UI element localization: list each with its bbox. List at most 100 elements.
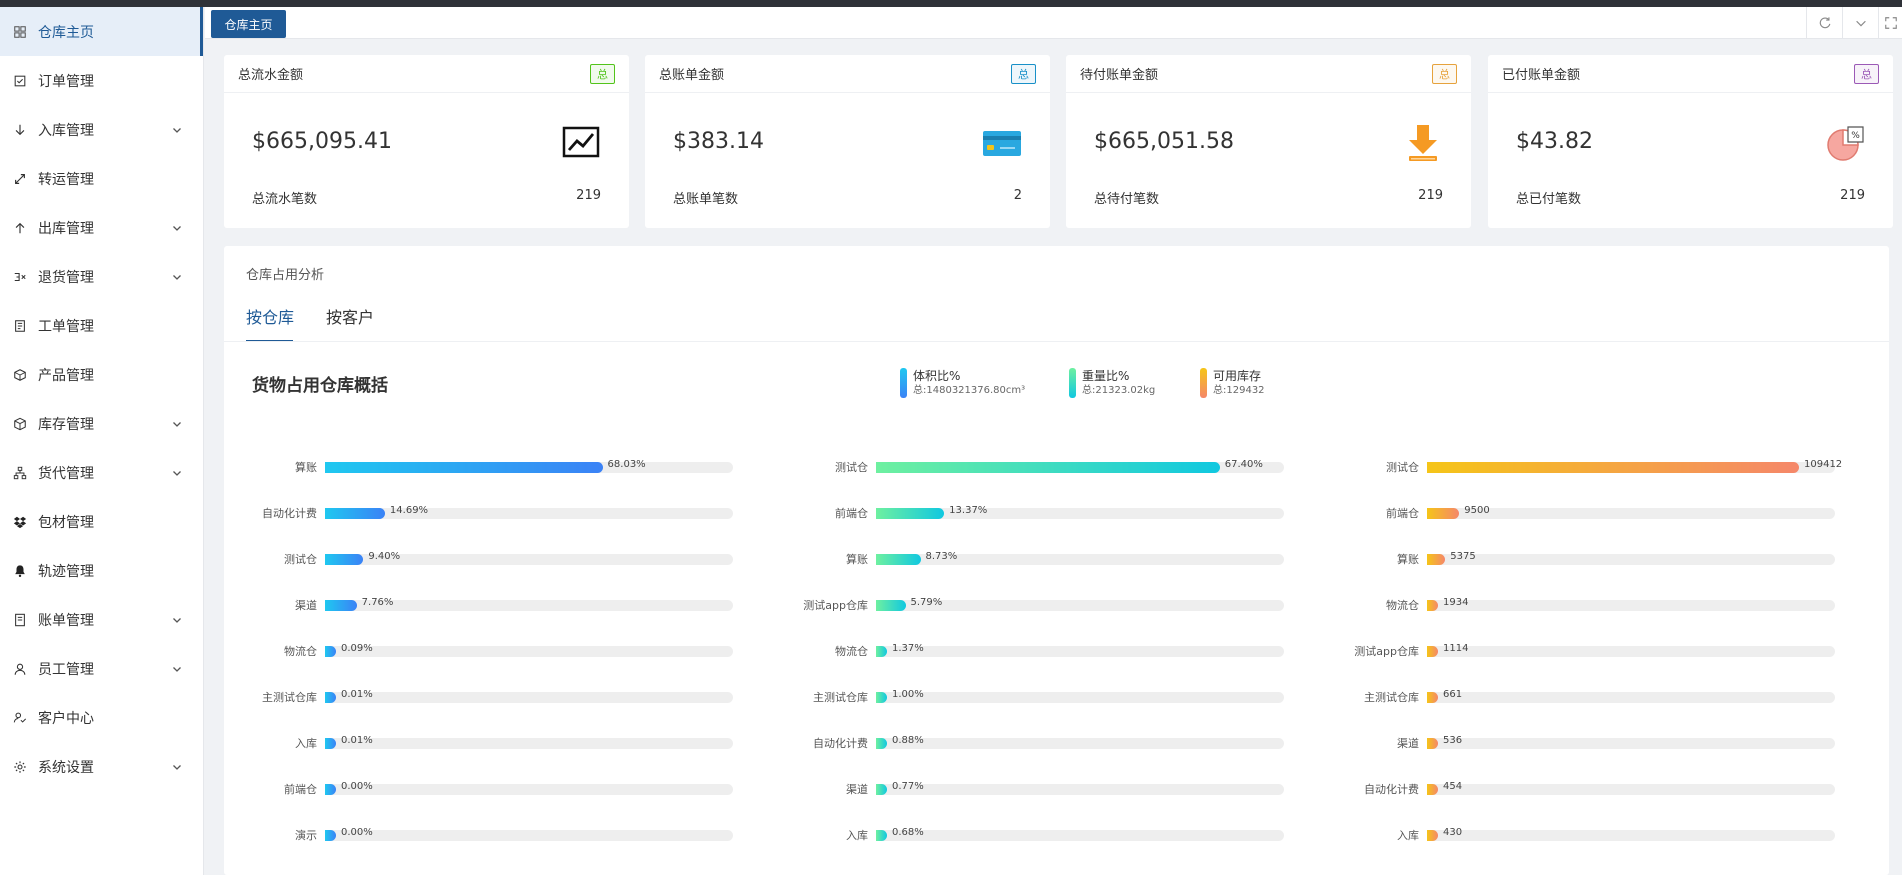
credit-card-icon — [982, 123, 1022, 163]
legend-total: 总:1480321376.80cm³ — [913, 385, 1026, 396]
dropbox-icon — [12, 514, 28, 530]
bar-fill[interactable] — [876, 692, 887, 703]
bar-fill[interactable] — [325, 508, 385, 519]
sidebar-item-2[interactable]: 入库管理 — [0, 105, 203, 154]
refresh-icon[interactable] — [1806, 7, 1842, 39]
legend-name: 可用库存 — [1213, 369, 1262, 383]
bar-fill[interactable] — [325, 738, 336, 749]
pie-percent-icon: % — [1825, 123, 1865, 163]
bar-fill[interactable] — [1427, 554, 1446, 565]
bar-fill[interactable] — [876, 830, 887, 841]
sidebar-item-10[interactable]: 包材管理 — [0, 497, 203, 546]
bar-value-label: 0.00% — [341, 827, 373, 838]
bar-fill[interactable] — [876, 600, 906, 611]
bar-row: 前端仓 13.37% — [835, 503, 1284, 523]
bar-row: 演示 0.00% — [295, 825, 733, 845]
tab-warehouse-home[interactable]: 仓库主页 — [211, 10, 286, 38]
chevron-down-icon[interactable] — [171, 124, 183, 136]
bar-fill[interactable] — [325, 784, 336, 795]
tab-by-customer[interactable]: 按客户 — [326, 304, 374, 328]
bar-fill[interactable] — [1427, 462, 1799, 473]
sidebar-item-0[interactable]: 仓库主页 — [0, 7, 203, 56]
chevron-down-icon[interactable] — [171, 418, 183, 430]
sidebar-item-15[interactable]: 系统设置 — [0, 742, 203, 791]
bar-fill[interactable] — [325, 554, 364, 565]
bar-track — [1427, 646, 1835, 657]
chevron-down-icon[interactable] — [1842, 7, 1878, 39]
bar-fill[interactable] — [325, 600, 357, 611]
bar-category-label: 前端仓 — [284, 783, 317, 796]
bar-category-label: 自动化计费 — [262, 507, 317, 520]
card-total-bill: 总账单金额 总 $383.14 总账单笔数 2 — [645, 55, 1050, 228]
product-icon — [12, 367, 28, 383]
sidebar-item-4[interactable]: 出库管理 — [0, 203, 203, 252]
card-pending-bill: 待付账单金额 总 $665,051.58 总待付笔数 219 — [1066, 55, 1471, 228]
bar-fill[interactable] — [325, 646, 336, 657]
bar-fill[interactable] — [325, 692, 336, 703]
bar-fill[interactable] — [876, 554, 921, 565]
bar-fill[interactable] — [1427, 784, 1438, 795]
legend-swatch — [1069, 368, 1076, 398]
bar-fill[interactable] — [1427, 738, 1438, 749]
chevron-down-icon[interactable] — [171, 271, 183, 283]
legend-swatch — [1200, 368, 1207, 398]
bar-category-label: 主测试仓库 — [813, 691, 868, 704]
bar-fill[interactable] — [876, 508, 945, 519]
card-paid-bill: 已付账单金额 总 $43.82% 总已付笔数 219 — [1488, 55, 1893, 228]
bar-value-label: 67.40% — [1224, 459, 1263, 470]
sidebar-item-14[interactable]: 客户中心 — [0, 693, 203, 742]
box-icon — [12, 416, 28, 432]
sidebar-item-11[interactable]: 轨迹管理 — [0, 546, 203, 595]
legend-total: 总:21323.02kg — [1082, 385, 1156, 396]
bar-row: 渠道 0.77% — [846, 779, 1284, 799]
bar-fill[interactable] — [1427, 646, 1438, 657]
sidebar-item-13[interactable]: 员工管理 — [0, 644, 203, 693]
bar-fill[interactable] — [876, 738, 887, 749]
sidebar-item-label: 货代管理 — [38, 465, 94, 482]
sidebar-item-label: 仓库主页 — [38, 24, 94, 41]
sidebar-item-6[interactable]: 工单管理 — [0, 301, 203, 350]
bar-fill[interactable] — [1427, 830, 1438, 841]
sidebar-item-9[interactable]: 货代管理 — [0, 448, 203, 497]
chevron-down-icon[interactable] — [171, 467, 183, 479]
top-strip — [0, 0, 1902, 7]
bar-fill[interactable] — [876, 784, 887, 795]
bar-value-label: 7.76% — [361, 597, 394, 608]
sidebar-item-label: 库存管理 — [38, 416, 94, 433]
bar-fill[interactable] — [1427, 692, 1438, 703]
card-title: 待付账单金额 — [1080, 68, 1159, 83]
bar-row: 测试仓 109412 — [1386, 457, 1842, 477]
bar-category-label: 物流仓 — [1386, 599, 1419, 612]
trend-chart-icon — [561, 123, 601, 163]
chevron-down-icon[interactable] — [171, 614, 183, 626]
sidebar-item-5[interactable]: 退货管理 — [0, 252, 203, 301]
card-amount: $665,095.41 — [252, 129, 392, 154]
chevron-down-icon[interactable] — [171, 222, 183, 234]
sidebar-item-8[interactable]: 库存管理 — [0, 399, 203, 448]
bar-value-label: 0.68% — [892, 827, 924, 838]
tab-by-warehouse[interactable]: 按仓库 — [246, 304, 294, 328]
bar-fill[interactable] — [1427, 508, 1460, 519]
sidebar-item-7[interactable]: 产品管理 — [0, 350, 203, 399]
card-count-label: 总流水笔数 — [252, 192, 318, 207]
bar-value-label: 536 — [1443, 735, 1463, 746]
chevron-down-icon[interactable] — [171, 761, 183, 773]
sidebar-item-label: 退货管理 — [38, 269, 94, 286]
bar-fill[interactable] — [876, 646, 887, 657]
sidebar-item-12[interactable]: 账单管理 — [0, 595, 203, 644]
bar-fill[interactable] — [1427, 600, 1438, 611]
sidebar-item-1[interactable]: 订单管理 — [0, 56, 203, 105]
bar-value-label: 1934 — [1443, 597, 1469, 608]
sidebar-item-label: 系统设置 — [38, 759, 94, 776]
bar-fill[interactable] — [325, 830, 336, 841]
bar-fill[interactable] — [325, 462, 603, 473]
bar-fill[interactable] — [876, 462, 1220, 473]
bar-track — [876, 830, 1284, 841]
bar-track — [1427, 692, 1835, 703]
legend-volume: 体积比% 总:1480321376.80cm³ — [900, 368, 1025, 398]
bar-row: 前端仓 9500 — [1386, 503, 1835, 523]
sidebar-item-3[interactable]: 转运管理 — [0, 154, 203, 203]
legend-name: 体积比% — [913, 369, 961, 383]
chevron-down-icon[interactable] — [171, 663, 183, 675]
fullscreen-icon[interactable] — [1878, 7, 1902, 39]
